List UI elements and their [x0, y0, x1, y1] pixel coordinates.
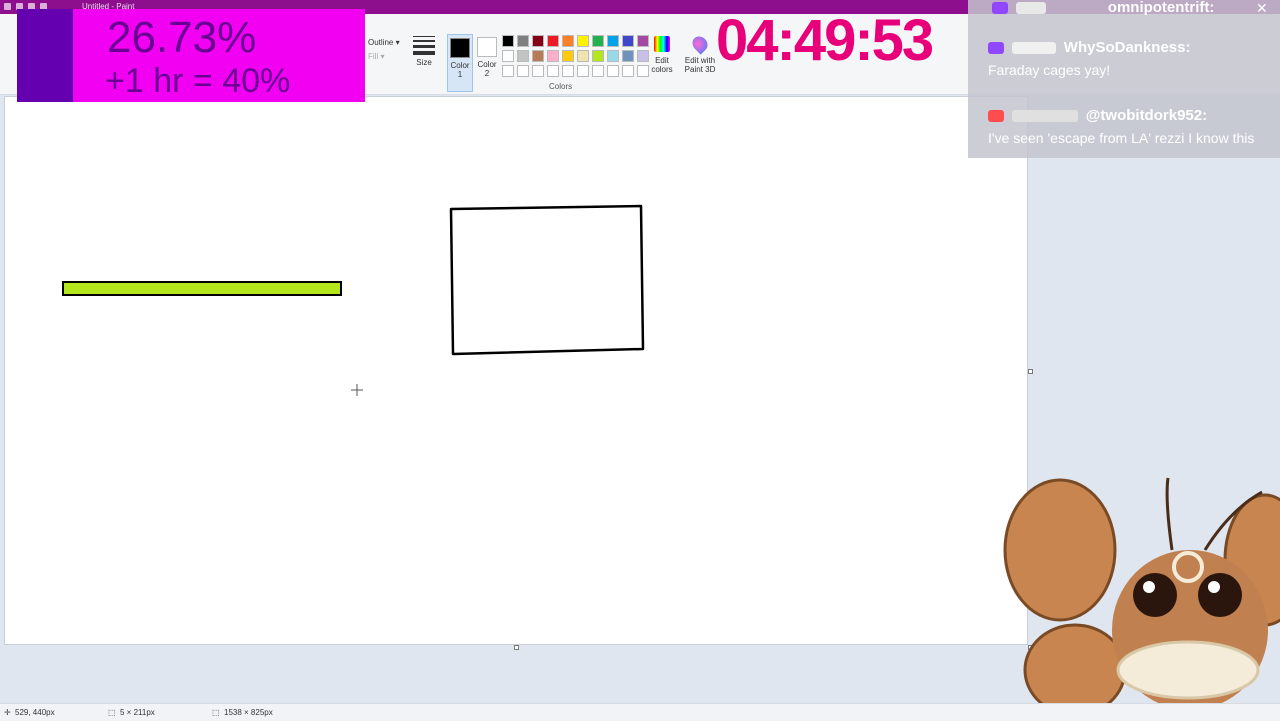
shape-fill-dropdown[interactable]: Fill ▾ [368, 52, 384, 61]
close-icon[interactable]: ✕ [1256, 0, 1268, 17]
size-button[interactable]: Size [413, 36, 435, 67]
palette-swatch[interactable] [607, 65, 619, 77]
cursor-position: 529, 440px [15, 708, 55, 717]
shape-outline-dropdown[interactable]: Outline ▾ [368, 38, 400, 47]
palette-swatch[interactable] [622, 65, 634, 77]
palette-swatch[interactable] [562, 35, 574, 47]
progress-percent: 26.73% [107, 13, 257, 62]
crosshair-cursor-icon [351, 384, 363, 396]
canvas-drawing [62, 204, 645, 396]
color2-swatch [477, 37, 497, 57]
palette-swatch[interactable] [577, 50, 589, 62]
palette-swatch[interactable] [637, 65, 649, 77]
chat-top-user: omnipotentrift: [1107, 0, 1215, 16]
palette-swatch[interactable] [592, 50, 604, 62]
drawing-canvas[interactable] [4, 96, 1028, 645]
color1-swatch [450, 38, 470, 58]
palette-swatch[interactable] [517, 50, 529, 62]
progress-overlay: 26.73% +1 hr = 40% [17, 9, 365, 102]
user-badge-icon [1015, 2, 1046, 15]
palette-swatch[interactable] [532, 50, 544, 62]
selection-size: 5 × 211px [120, 708, 155, 717]
selection-size-icon: ⬚ [108, 708, 116, 717]
palette-swatch[interactable] [547, 35, 559, 47]
palette-swatch[interactable] [517, 35, 529, 47]
chat-message: @twobitdork952: I've seen 'escape from L… [988, 104, 1254, 149]
palette-swatch[interactable] [502, 50, 514, 62]
youtube-badge-icon [988, 110, 1004, 123]
color1-button[interactable]: Color 1 [447, 34, 473, 92]
progress-overlay-accent [17, 9, 73, 102]
chat-message: WhySoDankness: Faraday cages yay! [988, 36, 1190, 81]
palette-swatch[interactable] [592, 35, 604, 47]
progress-note: +1 hr = 40% [105, 62, 291, 100]
palette-swatch[interactable] [502, 65, 514, 77]
chat-text: Faraday cages yay! [988, 62, 1111, 78]
user-badge-icon [1011, 110, 1078, 123]
canvas-size: 1538 × 825px [224, 708, 273, 717]
palette-swatch[interactable] [622, 35, 634, 47]
palette-swatch[interactable] [547, 65, 559, 77]
edit-colors-label: Edit colors [651, 56, 673, 74]
palette-swatch[interactable] [607, 50, 619, 62]
moth-mascot-image [1003, 477, 1280, 717]
paint3d-icon [689, 33, 711, 55]
status-bar: ✛ 529, 440px ⬚ 5 × 211px ⬚ 1538 × 825px [0, 703, 1280, 721]
palette-swatch[interactable] [502, 35, 514, 47]
cursor-position-icon: ✛ [4, 708, 11, 717]
edit-with-paint3d-button[interactable]: Edit with Paint 3D [682, 33, 718, 74]
palette-swatch[interactable] [637, 50, 649, 62]
palette-swatch[interactable] [547, 50, 559, 62]
edit-with-paint3d-label: Edit with Paint 3D [684, 56, 716, 74]
color2-label: Color 2 [477, 60, 497, 78]
canvas-resize-handle-right[interactable] [1028, 369, 1033, 374]
twitch-badge-icon [992, 2, 1008, 15]
chat-top-line: omnipotentrift: [992, 0, 1214, 19]
size-icon [413, 36, 435, 55]
palette-swatch[interactable] [562, 50, 574, 62]
save-icon[interactable] [4, 3, 11, 10]
palette-swatch[interactable] [592, 65, 604, 77]
green-bar-shape [62, 281, 342, 296]
color-palette [502, 35, 649, 77]
color1-label: Color 1 [450, 61, 470, 79]
palette-swatch[interactable] [607, 35, 619, 47]
chat-username: WhySoDankness: [1063, 39, 1191, 56]
palette-swatch[interactable] [577, 35, 589, 47]
palette-swatch[interactable] [562, 65, 574, 77]
palette-swatch[interactable] [637, 35, 649, 47]
chat-username: @twobitdork952: [1085, 107, 1208, 124]
edit-colors-button[interactable]: Edit colors [650, 36, 674, 74]
palette-swatch[interactable] [577, 65, 589, 77]
palette-swatch[interactable] [517, 65, 529, 77]
canvas-size-icon: ⬚ [212, 708, 220, 717]
twitch-badge-icon [988, 42, 1004, 55]
canvas-resize-handle-bottom[interactable] [514, 645, 519, 650]
stream-timer: 04:49:53 [716, 8, 934, 73]
color2-button[interactable]: Color 2 [476, 34, 498, 78]
drawn-rectangle [449, 204, 645, 356]
edit-colors-icon [654, 36, 670, 52]
palette-swatch[interactable] [532, 35, 544, 47]
colors-group-label: Colors [549, 82, 573, 91]
chat-text: I've seen 'escape from LA' rezzi I know … [988, 130, 1255, 146]
size-label: Size [416, 58, 432, 67]
user-badge-icon [1011, 42, 1056, 55]
palette-swatch[interactable] [622, 50, 634, 62]
palette-swatch[interactable] [532, 65, 544, 77]
